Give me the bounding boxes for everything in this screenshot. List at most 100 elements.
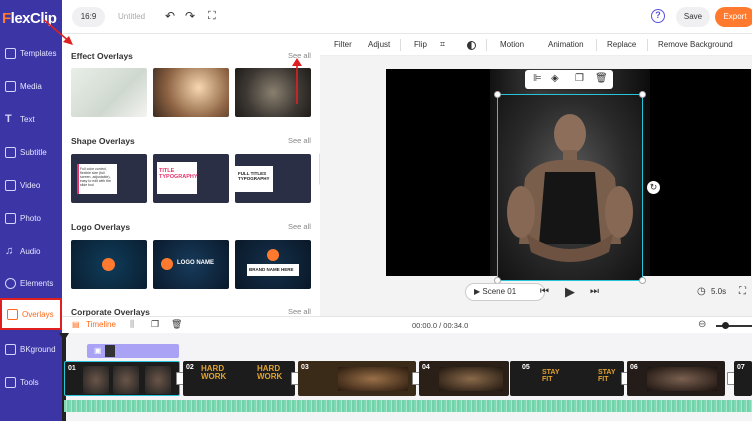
play-icon[interactable]: ▶	[565, 284, 575, 300]
scene-clip-02[interactable]: 02 HARD WORK HARD WORK	[183, 361, 295, 396]
sidebar-item-overlays[interactable]: Overlays	[0, 298, 62, 330]
fullscreen-icon[interactable]: ⛶	[208, 9, 216, 23]
adjust-button[interactable]: Adjust	[368, 40, 390, 49]
floating-toolbar: ⊫ ◈ ❐ 🗑	[525, 70, 613, 89]
timeline-icon: ▤	[72, 320, 80, 329]
sidebar-item-photo[interactable]: Photo	[0, 203, 62, 233]
align-icon[interactable]: ⊫	[533, 73, 542, 84]
sidebar-item-bkground[interactable]: BKground	[0, 334, 62, 364]
filter-button[interactable]: Filter	[334, 40, 352, 49]
photo-icon	[5, 212, 16, 224]
audio-waveform-track[interactable]	[64, 400, 752, 412]
background-icon	[5, 343, 16, 355]
scene-duration[interactable]: 5.0s	[711, 287, 726, 296]
text-icon: T	[5, 112, 12, 125]
see-all-shape-link[interactable]: See all	[288, 136, 311, 145]
section-title-shape: Shape Overlays	[71, 136, 135, 146]
edit-toolbar: Filter Adjust Flip ⌗ Motion Animation Re…	[320, 34, 752, 56]
scene-clip-06[interactable]: 06	[627, 361, 725, 396]
scene-clip-03[interactable]: 03	[298, 361, 416, 396]
annotation-arrow	[292, 58, 302, 104]
duplicate-icon[interactable]: ❐	[575, 73, 584, 84]
scene-clip-04[interactable]: 04	[419, 361, 509, 396]
scene-clip-05[interactable]: 05 STAY FIT STAY FIT	[510, 361, 624, 396]
flexclip-editor: FlexClip Templates Media T Text Subtitle …	[0, 0, 752, 421]
selection-box[interactable]	[497, 94, 643, 281]
fullscreen-preview-icon[interactable]: ⛶	[739, 286, 746, 297]
overlay-thumb	[105, 345, 115, 357]
resize-handle[interactable]	[639, 91, 646, 98]
timeline-header: ▤ Timeline ⫼ ❐ 🗑 00:00.0 / 00:34.0 ⊖	[62, 316, 752, 333]
animation-button[interactable]: Animation	[548, 40, 584, 49]
save-button[interactable]: Save	[676, 7, 710, 27]
video-icon	[5, 179, 16, 191]
top-bar: 16:9 Untitled ↶ ↷ ⛶ ? Save Export	[62, 0, 752, 34]
elements-icon	[5, 277, 16, 289]
sidebar-item-audio[interactable]: ♫ Audio	[0, 236, 62, 266]
sidebar: FlexClip Templates Media T Text Subtitle …	[0, 0, 62, 421]
clock-icon: ◷	[697, 286, 706, 297]
templates-icon	[5, 47, 16, 59]
logo-overlay-thumb-1[interactable]	[71, 240, 147, 289]
motion-button[interactable]: Motion	[500, 40, 524, 49]
sidebar-item-media[interactable]: Media	[0, 71, 62, 101]
delete-icon[interactable]: 🗑	[595, 73, 608, 84]
toolbar-divider	[400, 39, 401, 51]
time-readout: 00:00.0 / 00:34.0	[412, 321, 469, 330]
project-title[interactable]: Untitled	[118, 12, 145, 21]
color-icon[interactable]	[467, 41, 476, 50]
logo-overlay-thumb-2[interactable]: LOGO NAME	[153, 240, 229, 289]
section-title-logo: Logo Overlays	[71, 222, 131, 232]
crop-icon[interactable]: ⌗	[440, 39, 445, 50]
toolbar-divider	[596, 39, 597, 51]
section-title-corporate: Corporate Overlays	[71, 307, 150, 316]
effect-overlay-thumb-1[interactable]	[71, 68, 147, 117]
tools-icon	[5, 376, 16, 388]
undo-icon[interactable]: ↶	[165, 9, 175, 23]
sidebar-item-tools[interactable]: Tools	[0, 367, 62, 397]
scene-clip-01[interactable]: 01	[64, 361, 180, 396]
sidebar-item-video[interactable]: Video	[0, 170, 62, 200]
help-icon[interactable]: ?	[651, 9, 665, 23]
replace-button[interactable]: Replace	[607, 40, 636, 49]
sidebar-item-text[interactable]: T Text	[0, 104, 62, 134]
see-all-logo-link[interactable]: See all	[288, 222, 311, 231]
zoom-slider-knob[interactable]	[722, 322, 729, 329]
next-icon[interactable]: ⏭	[590, 286, 599, 297]
shape-overlay-thumb-1[interactable]: Full color control, flexible size (full …	[71, 154, 147, 203]
split-icon[interactable]: ⫼	[130, 319, 134, 330]
copy-icon[interactable]: ❐	[151, 319, 159, 330]
see-all-corporate-link[interactable]: See all	[288, 307, 311, 316]
image-icon: ▣	[94, 346, 102, 355]
shape-overlay-thumb-2[interactable]: TITLE TYPOGRAPHY	[153, 154, 229, 203]
redo-icon[interactable]: ↷	[185, 9, 195, 23]
shape-overlay-thumb-3[interactable]: FULL TITLES TYPOGRAPHY	[235, 154, 311, 203]
zoom-out-icon[interactable]: ⊖	[698, 319, 706, 330]
resize-handle[interactable]	[494, 91, 501, 98]
overlay-track-clip[interactable]: ▣	[87, 344, 179, 358]
overlays-icon	[7, 308, 18, 320]
scene-play-button[interactable]: ▶ Scene 01	[465, 283, 545, 301]
previous-icon[interactable]: ⏮	[540, 286, 549, 297]
media-icon	[5, 80, 16, 92]
trash-icon[interactable]: 🗑	[171, 319, 182, 330]
annotation-arrow	[43, 19, 73, 45]
export-button[interactable]: Export	[715, 7, 752, 27]
remove-background-button[interactable]: Remove Background	[658, 40, 733, 49]
toolbar-divider	[647, 39, 648, 51]
scene-clip-07[interactable]: 07	[734, 361, 752, 396]
sidebar-item-subtitle[interactable]: Subtitle	[0, 137, 62, 167]
timeline-tab[interactable]: Timeline	[86, 320, 116, 329]
logo-overlay-thumb-3[interactable]: BRAND NAME HERE	[235, 240, 311, 289]
section-title-effect: Effect Overlays	[71, 51, 133, 61]
toolbar-divider	[486, 39, 487, 51]
effect-overlay-thumb-2[interactable]	[153, 68, 229, 117]
audio-icon: ♫	[5, 244, 14, 257]
player-controls: ▶ Scene 01 ⏮ ▶ ⏭ ◷ 5.0s ⛶	[320, 280, 752, 304]
layers-icon[interactable]: ◈	[551, 73, 559, 84]
subtitle-icon	[5, 146, 16, 158]
sidebar-item-elements[interactable]: Elements	[0, 268, 62, 298]
rotate-icon[interactable]: ↻	[647, 181, 660, 194]
overlays-panel: Effect Overlays See all Shape Overlays S…	[62, 34, 320, 316]
flip-button[interactable]: Flip	[414, 40, 427, 49]
